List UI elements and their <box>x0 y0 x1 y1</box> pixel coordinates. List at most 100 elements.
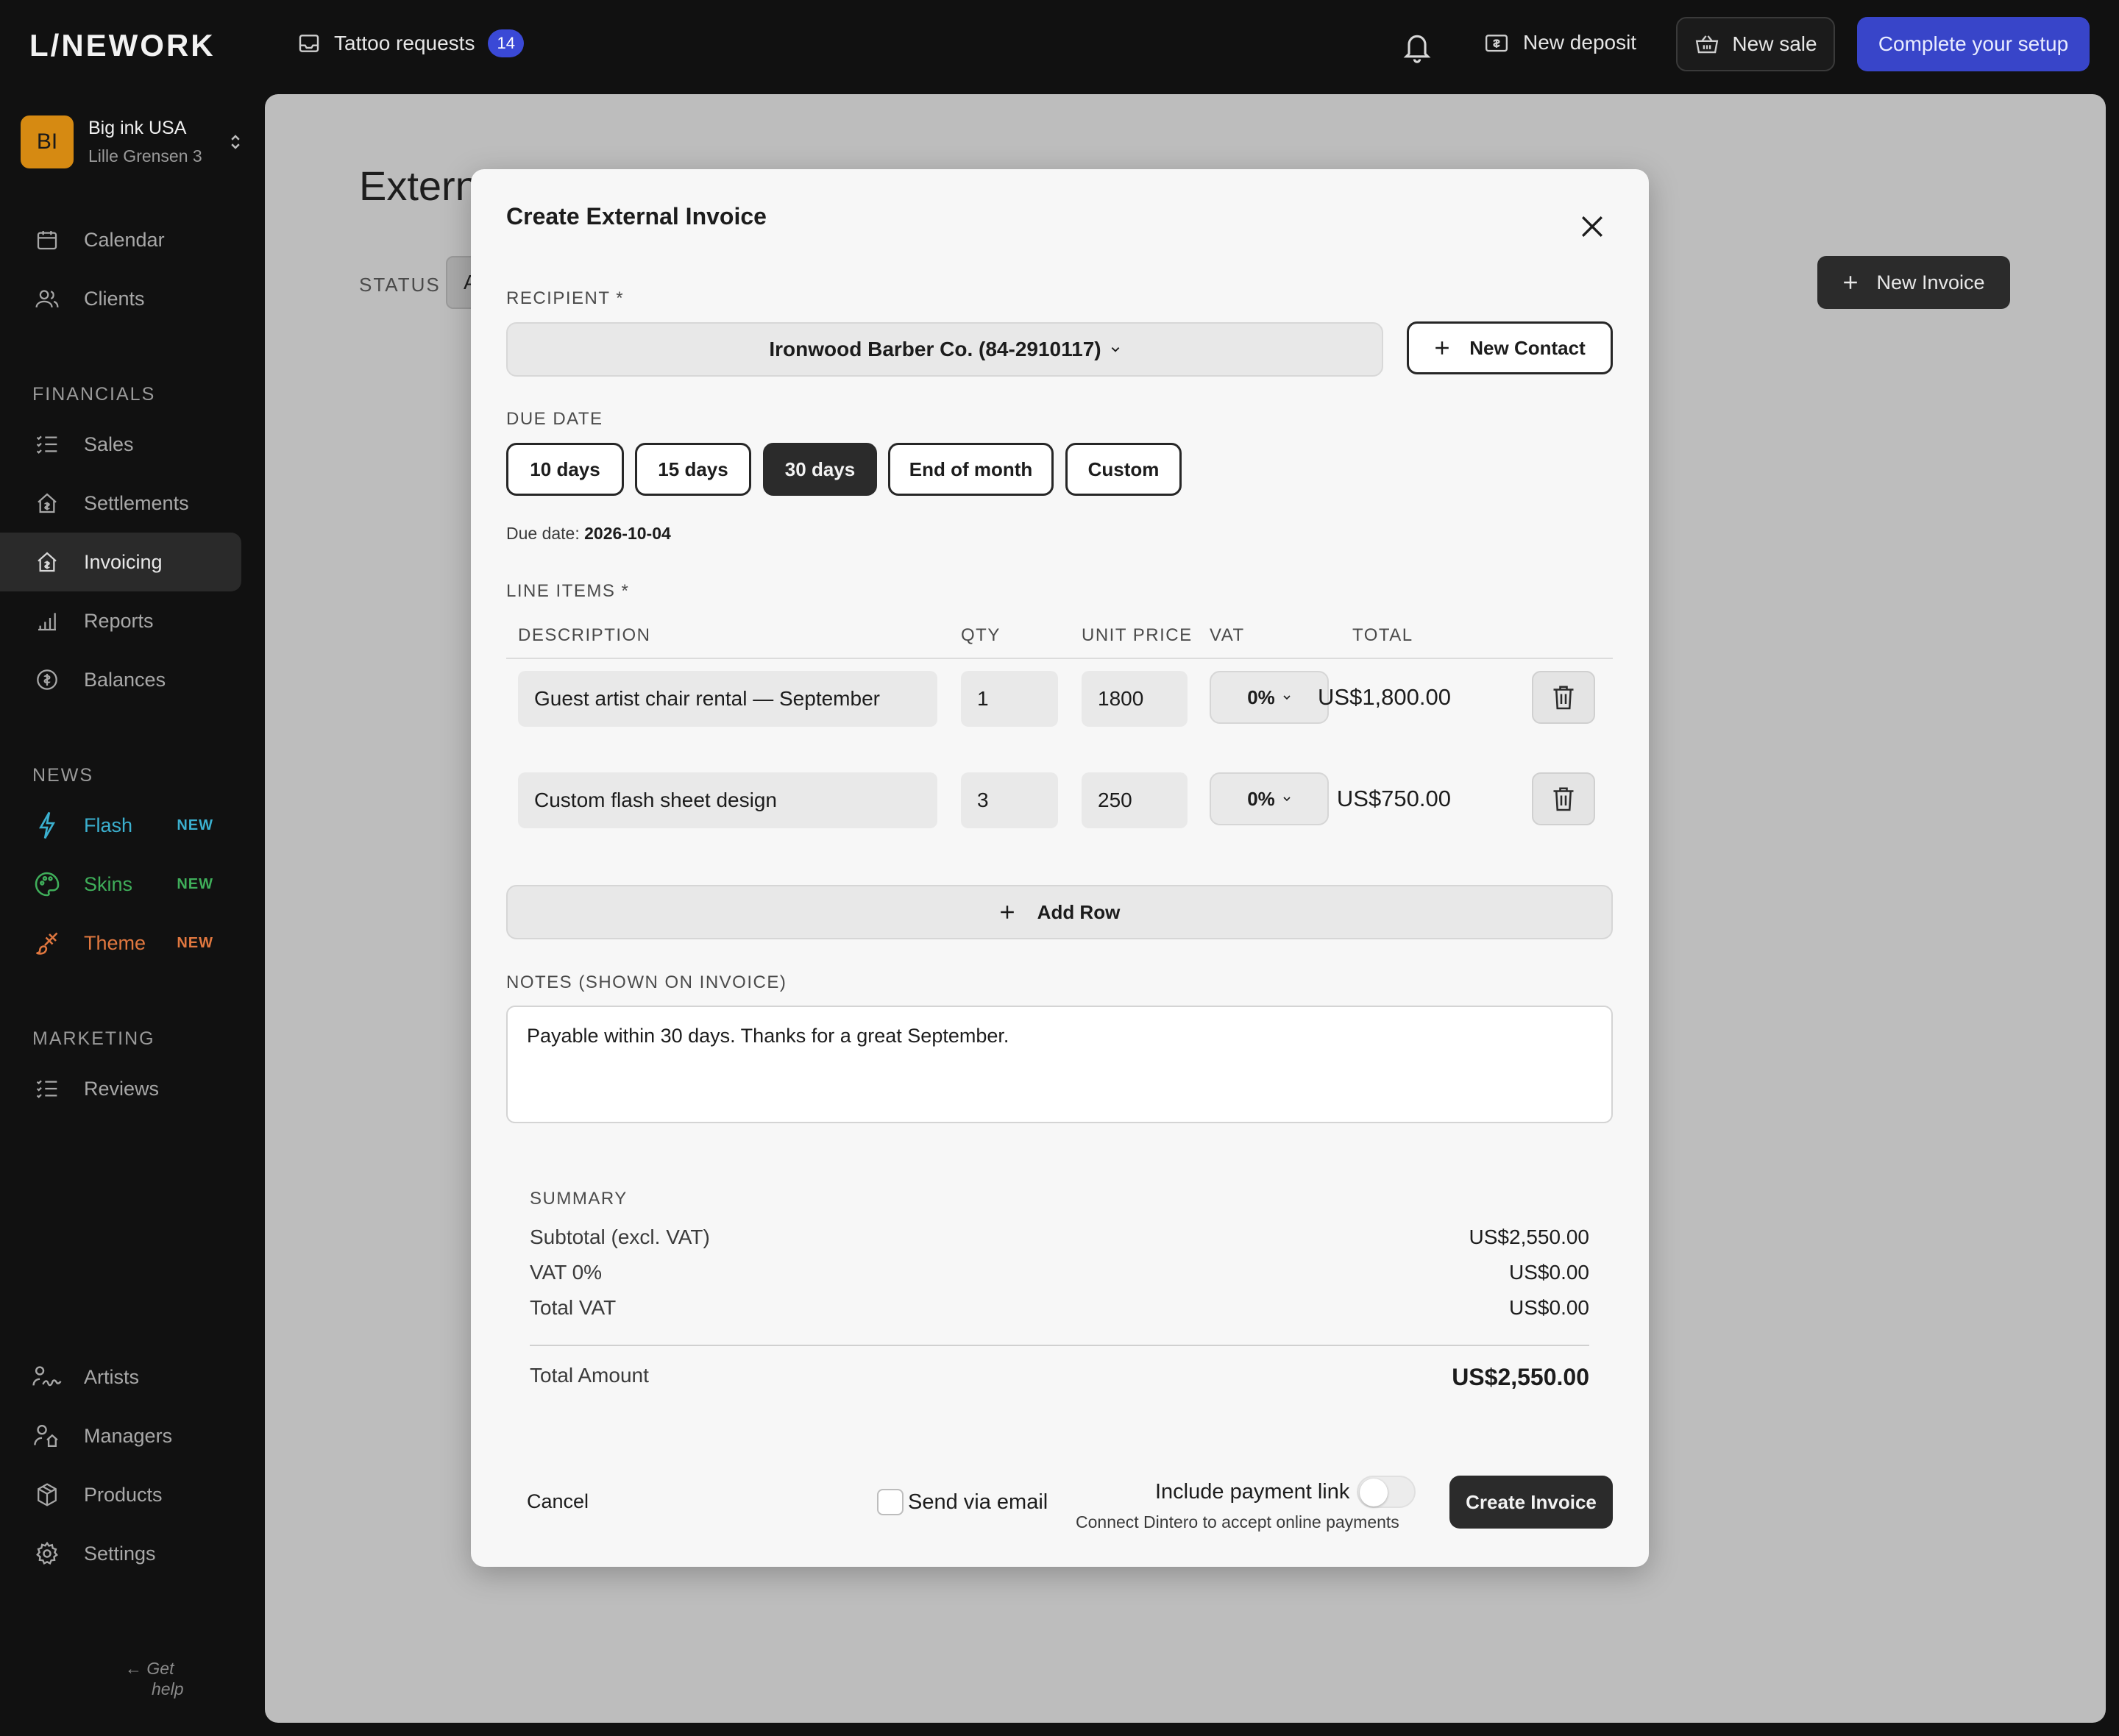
sidebar-item-calendar[interactable]: Calendar <box>0 210 241 269</box>
sidebar-item-settlements[interactable]: Settlements <box>0 474 241 533</box>
trash-icon <box>1551 684 1576 711</box>
row-unit-price-input[interactable]: 1800 <box>1082 671 1188 727</box>
lightning-icon <box>32 811 62 840</box>
sidebar-item-reports[interactable]: Reports <box>0 591 241 650</box>
row-description-input[interactable]: Guest artist chair rental — September <box>518 671 937 727</box>
due-option-15-days[interactable]: 15 days <box>635 443 751 496</box>
column-header-vat: VAT <box>1210 625 1245 645</box>
bar-chart-icon <box>32 606 62 636</box>
new-sale-label: New sale <box>1732 32 1817 55</box>
complete-setup-button[interactable]: Complete your setup <box>1857 17 2090 71</box>
get-help-line2: help <box>152 1679 184 1698</box>
account-name: Big ink USA <box>88 118 187 138</box>
sidebar-item-products[interactable]: Products <box>0 1465 241 1524</box>
due-date-value: 2026-10-04 <box>584 524 671 543</box>
close-icon[interactable] <box>1576 210 1608 243</box>
sidebar-item-invoicing[interactable]: Invoicing <box>0 533 241 591</box>
row-description-input[interactable]: Custom flash sheet design <box>518 772 937 828</box>
app-logo[interactable]: L/NEWORK <box>29 28 216 63</box>
page-title: Extern <box>359 163 478 209</box>
sidebar-item-reviews[interactable]: Reviews <box>0 1059 241 1118</box>
calendar-icon <box>32 225 62 255</box>
column-header-qty: QTY <box>961 625 1001 645</box>
house-dollar-icon <box>32 488 62 518</box>
sidebar-item-label: Sales <box>84 433 134 455</box>
get-help-link[interactable]: ← Get help <box>125 1658 183 1699</box>
row-qty-input[interactable]: 1 <box>961 671 1058 727</box>
new-invoice-button[interactable]: New Invoice <box>1817 256 2010 309</box>
sidebar-item-label: Skins <box>84 872 133 895</box>
sidebar-item-label: Reviews <box>84 1077 160 1100</box>
cancel-button[interactable]: Cancel <box>527 1490 589 1513</box>
sidebar-item-sales[interactable]: Sales <box>0 415 241 474</box>
summary-total-vat-row: Total VAT US$0.00 <box>530 1296 1589 1320</box>
create-invoice-modal: Create External Invoice RECIPIENT * Iron… <box>471 169 1649 1567</box>
sidebar-item-label: Balances <box>84 668 166 691</box>
sidebar-item-artists[interactable]: Artists <box>0 1348 241 1406</box>
delete-row-button[interactable] <box>1532 671 1595 724</box>
sidebar-item-label: Invoicing <box>84 550 163 573</box>
row-vat-value: 0% <box>1247 787 1275 810</box>
payment-link-toggle-knob[interactable] <box>1360 1479 1388 1506</box>
row-vat-value: 0% <box>1247 686 1275 708</box>
row-qty-input[interactable]: 3 <box>961 772 1058 828</box>
row-unit-price-input[interactable]: 250 <box>1082 772 1188 828</box>
new-contact-button[interactable]: New Contact <box>1407 321 1613 374</box>
basket-icon <box>1694 32 1720 56</box>
due-option-30-days[interactable]: 30 days <box>763 443 877 496</box>
tattoo-requests-count-badge: 14 <box>488 29 524 57</box>
due-date-display: Due date: 2026-10-04 <box>506 524 671 544</box>
sidebar-item-settings[interactable]: Settings <box>0 1524 241 1583</box>
sidebar-item-skins[interactable]: Skins NEW <box>0 855 241 914</box>
recipient-select[interactable]: Ironwood Barber Co. (84-2910117) <box>506 322 1383 377</box>
sidebar-item-theme[interactable]: Theme NEW <box>0 914 241 972</box>
due-option-end-of-month[interactable]: End of month <box>888 443 1054 496</box>
summary-total-amount-row: Total Amount US$2,550.00 <box>530 1364 1589 1391</box>
column-header-total: TOTAL <box>1352 625 1413 645</box>
new-deposit-button[interactable]: New deposit <box>1483 31 1636 54</box>
new-deposit-label: New deposit <box>1523 31 1637 54</box>
sidebar-item-balances[interactable]: Balances <box>0 650 241 709</box>
sidebar-item-label: Settlements <box>84 491 189 514</box>
payment-link-hint: Connect Dintero to accept online payment… <box>1076 1512 1399 1532</box>
chevron-down-icon <box>1110 346 1121 353</box>
get-help-line1: Get <box>146 1659 174 1678</box>
notifications-bell-icon[interactable] <box>1401 29 1433 65</box>
due-option-10-days[interactable]: 10 days <box>506 443 624 496</box>
sidebar-item-label: Settings <box>84 1542 156 1565</box>
row-total: US$750.00 <box>1336 786 1451 811</box>
line-items-label: LINE ITEMS * <box>506 581 630 601</box>
send-via-email-checkbox[interactable] <box>877 1489 904 1515</box>
create-invoice-button[interactable]: Create Invoice <box>1449 1476 1613 1529</box>
sidebar-item-flash[interactable]: Flash NEW <box>0 796 241 855</box>
due-option-custom[interactable]: Custom <box>1065 443 1182 496</box>
notes-textarea[interactable]: Payable within 30 days. Thanks for a gre… <box>506 1006 1613 1123</box>
user-house-icon <box>32 1421 62 1451</box>
list-check-icon <box>32 1074 62 1103</box>
inbox-icon <box>297 32 321 55</box>
subtotal-label: Subtotal (excl. VAT) <box>530 1225 710 1248</box>
table-divider <box>506 658 1613 659</box>
sidebar-item-managers[interactable]: Managers <box>0 1406 241 1465</box>
new-sale-button[interactable]: New sale <box>1676 17 1835 71</box>
delete-row-button[interactable] <box>1532 772 1595 825</box>
modal-title: Create External Invoice <box>506 203 767 230</box>
column-header-unit-price: UNIT PRICE <box>1082 625 1193 645</box>
chevron-up-down-icon <box>230 132 241 152</box>
artist-signature-icon <box>32 1362 62 1392</box>
sidebar-item-label: Flash <box>84 814 133 836</box>
sidebar-item-clients[interactable]: Clients <box>0 269 241 328</box>
account-switcher[interactable]: BI Big ink USA Lille Grensen 3 <box>21 114 241 170</box>
marketing-section-label: MARKETING <box>32 1028 155 1049</box>
total-amount-value: US$2,550.00 <box>1452 1364 1589 1390</box>
plus-icon <box>1434 340 1450 356</box>
users-icon <box>32 284 62 313</box>
send-via-email-label[interactable]: Send via email <box>908 1490 1048 1515</box>
tattoo-requests-link[interactable]: Tattoo requests 14 <box>297 29 524 57</box>
package-icon <box>32 1480 62 1509</box>
trash-icon <box>1551 786 1576 812</box>
add-row-button[interactable]: Add Row <box>506 885 1613 939</box>
news-section-label: NEWS <box>32 765 93 786</box>
subtotal-value: US$2,550.00 <box>1469 1225 1589 1248</box>
house-dollar-icon <box>32 547 62 577</box>
